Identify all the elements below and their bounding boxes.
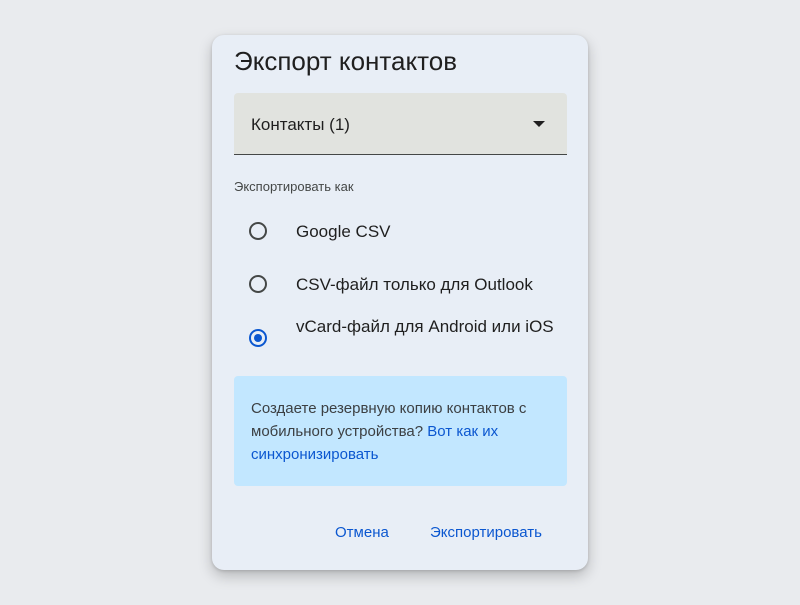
option-outlook-csv-label: CSV-файл только для Outlook <box>296 275 533 294</box>
radio-vcard[interactable] <box>249 329 267 347</box>
option-vcard[interactable]: vCard-файл для Android или iOS <box>234 315 574 363</box>
sync-info-box: Создаете резервную копию контактов с моб… <box>234 376 567 486</box>
contacts-select-value: Контакты (1) <box>251 115 350 134</box>
dialog-title: Экспорт контактов <box>234 46 458 76</box>
radio-google-csv[interactable] <box>249 222 267 240</box>
export-as-label: Экспортировать как <box>234 179 354 194</box>
arrow-drop-down-icon <box>533 121 545 127</box>
cancel-button[interactable]: Отмена <box>335 524 389 541</box>
option-google-csv-label: Google CSV <box>296 222 391 241</box>
option-google-csv[interactable]: Google CSV <box>234 220 574 244</box>
option-outlook-csv[interactable]: CSV-файл только для Outlook <box>234 273 574 297</box>
export-button[interactable]: Экспортировать <box>430 524 542 541</box>
contacts-select[interactable]: Контакты (1) <box>234 93 567 155</box>
export-contacts-dialog: Экспорт контактов Контакты (1) Экспортир… <box>212 35 588 570</box>
option-vcard-label: vCard-файл для Android или iOS <box>296 317 554 336</box>
radio-outlook-csv[interactable] <box>249 275 267 293</box>
